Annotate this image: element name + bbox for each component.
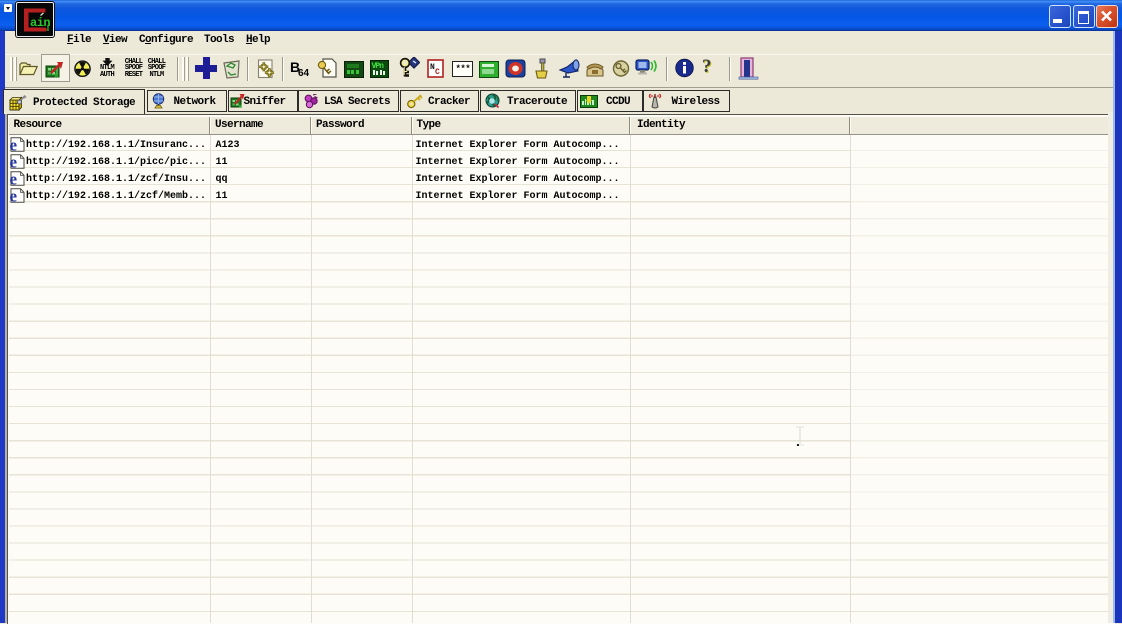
svg-text:e: e bbox=[10, 171, 18, 186]
svg-text:ain: ain bbox=[30, 16, 50, 30]
svg-text:e: e bbox=[10, 137, 18, 152]
svg-text:e: e bbox=[10, 154, 18, 169]
svg-text:e: e bbox=[10, 188, 18, 203]
svg-text:C: C bbox=[435, 68, 440, 77]
